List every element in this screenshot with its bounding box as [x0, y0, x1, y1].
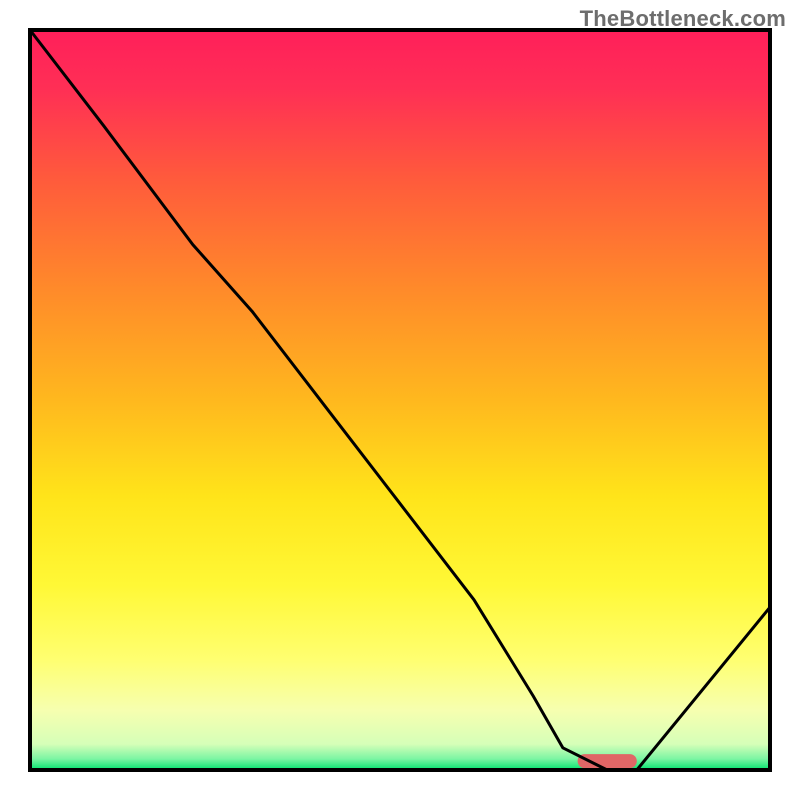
watermark-text: TheBottleneck.com — [580, 6, 786, 32]
plot-background — [30, 30, 770, 770]
chart-svg — [0, 0, 800, 800]
bottleneck-chart: TheBottleneck.com — [0, 0, 800, 800]
